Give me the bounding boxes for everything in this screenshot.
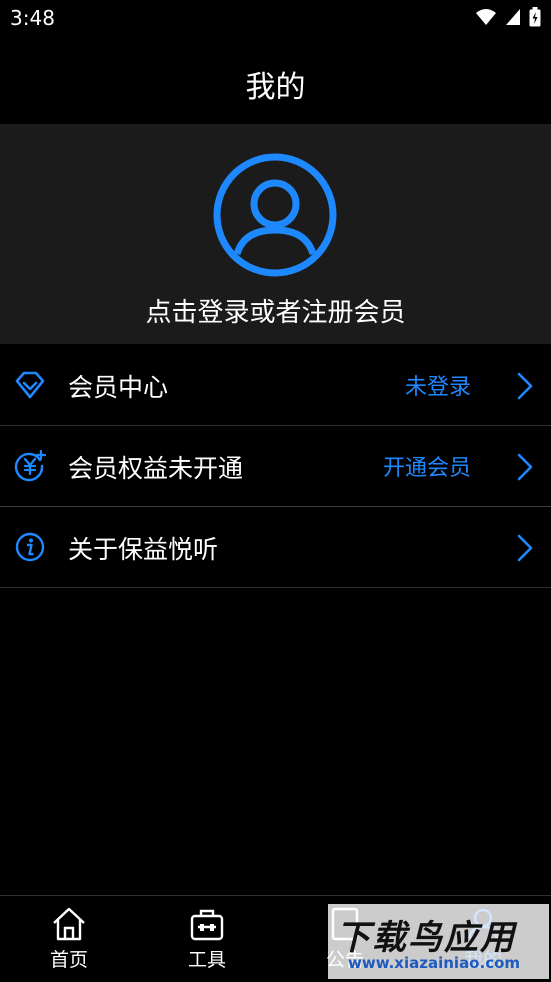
- menu-item-member-benefits[interactable]: 会员权益未开通 开通会员: [0, 426, 551, 506]
- menu-item-label: 会员中心: [68, 373, 169, 402]
- chevron-right-icon: [517, 372, 533, 400]
- menu-item-member-center[interactable]: 会员中心 未登录: [0, 345, 551, 425]
- battery-icon: [529, 7, 541, 27]
- home-icon: [53, 907, 85, 941]
- divider: [0, 587, 551, 588]
- chevron-right-icon: [517, 534, 533, 562]
- watermark: 下载鸟应用 www.xiazainiao.com: [328, 904, 549, 979]
- login-status: 未登录: [404, 375, 471, 400]
- nav-home[interactable]: 首页: [14, 896, 124, 982]
- watermark-url: www.xiazainiao.com: [348, 954, 521, 972]
- yuan-plus-icon: [14, 450, 46, 482]
- status-bar: 3:48: [0, 0, 551, 38]
- status-icons: [475, 7, 541, 27]
- menu-item-about[interactable]: 关于保益悦听: [0, 507, 551, 587]
- wifi-icon: [476, 9, 496, 25]
- toolbox-icon: [190, 909, 224, 941]
- menu-list: 会员中心 未登录 会员权益未开通 开通会员 关于保益悦听: [0, 345, 551, 588]
- watermark-title: 下载鸟应用: [336, 918, 516, 958]
- menu-item-label: 关于保益悦听: [68, 535, 219, 564]
- menu-item-label: 会员权益未开通: [68, 454, 244, 483]
- diamond-icon: [15, 371, 45, 399]
- page-title: 我的: [245, 70, 306, 105]
- chevron-right-icon: [517, 453, 533, 481]
- info-icon: [15, 532, 45, 562]
- user-avatar-icon[interactable]: [212, 152, 338, 278]
- nav-label: 首页: [49, 949, 88, 971]
- profile-card[interactable]: 点击登录或者注册会员: [0, 124, 551, 344]
- open-membership-link[interactable]: 开通会员: [383, 450, 471, 482]
- title-bar: 我的: [0, 38, 551, 124]
- login-prompt[interactable]: 点击登录或者注册会员: [0, 292, 551, 329]
- status-time: 3:48: [10, 6, 55, 30]
- nav-tools[interactable]: 工具: [152, 896, 262, 982]
- nav-label: 工具: [187, 949, 226, 971]
- signal-icon: [506, 9, 520, 25]
